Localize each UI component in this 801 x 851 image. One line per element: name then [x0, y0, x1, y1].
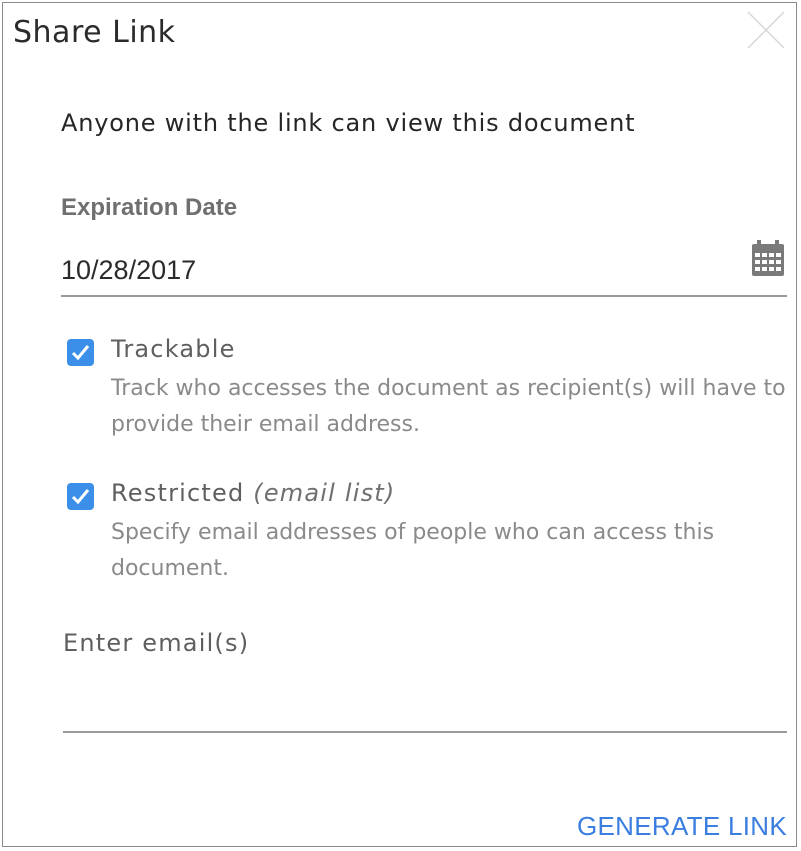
- generate-link-button[interactable]: GENERATE LINK: [577, 811, 787, 842]
- restricted-checkbox[interactable]: [67, 483, 94, 510]
- restricted-label[interactable]: Restricted (email list): [111, 479, 395, 507]
- restricted-description: Specify email addresses of people who ca…: [111, 520, 715, 581]
- email-input[interactable]: [63, 685, 783, 725]
- dialog-title: Share Link: [13, 15, 176, 50]
- checkmark-icon: [71, 489, 90, 505]
- trackable-label-text: Trackable: [111, 335, 236, 363]
- dialog-subtitle: Anyone with the link can view this docum…: [61, 109, 636, 137]
- share-link-dialog: Share Link Anyone with the link can view…: [2, 2, 797, 847]
- calendar-icon[interactable]: [751, 239, 785, 277]
- expiration-date-input[interactable]: [61, 253, 721, 287]
- restricted-label-note: (email list): [253, 479, 396, 507]
- checkmark-icon: [71, 345, 90, 361]
- expiration-date-label: Expiration Date: [61, 194, 238, 221]
- restricted-label-text: Restricted: [111, 479, 245, 507]
- email-label: Enter email(s): [63, 629, 250, 657]
- trackable-checkbox[interactable]: [67, 339, 94, 366]
- close-icon[interactable]: [745, 9, 787, 51]
- email-field: [63, 675, 787, 733]
- trackable-description: Track who accesses the document as recip…: [111, 376, 786, 437]
- trackable-label[interactable]: Trackable: [111, 335, 236, 363]
- expiration-date-field: [61, 239, 787, 297]
